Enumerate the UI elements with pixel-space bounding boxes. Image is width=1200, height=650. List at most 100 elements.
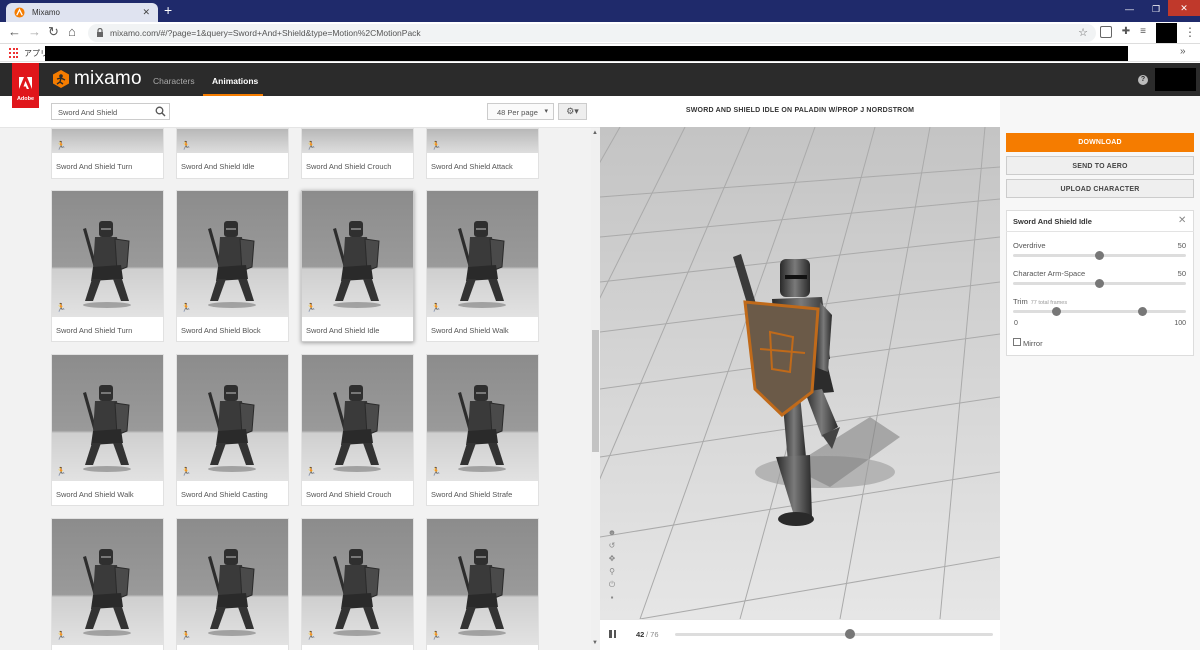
motion-type-icon: 🏃: [56, 141, 66, 150]
camera-icon[interactable]: ▪: [607, 593, 617, 606]
mirror-checkbox[interactable]: [1013, 338, 1021, 346]
animation-card[interactable]: 🏃 Sword And Shield Idle: [176, 128, 289, 179]
motion-type-icon: 🏃: [431, 467, 441, 476]
animation-label: Sword And Shield Block: [181, 326, 261, 335]
per-page-select[interactable]: 48 Per page ▾: [487, 103, 554, 120]
viewport-scene: [600, 127, 1000, 619]
upload-character-button[interactable]: UPLOAD CHARACTER: [1006, 179, 1194, 198]
animation-card[interactable]: 🏃: [51, 518, 164, 650]
close-icon[interactable]: ✕: [1178, 215, 1186, 226]
arm-space-slider-handle[interactable]: [1095, 279, 1104, 288]
nav-animations[interactable]: Animations: [212, 76, 258, 86]
overdrive-slider-handle[interactable]: [1095, 251, 1104, 260]
parameters-title: Sword And Shield Idle: [1013, 217, 1092, 226]
animation-card[interactable]: 🏃 Sword And Shield Idle: [301, 190, 414, 342]
animation-card[interactable]: 🏃: [176, 518, 289, 650]
animation-label: Sword And Shield Turn: [56, 326, 133, 335]
animation-card[interactable]: 🏃 Sword And Shield Walk: [426, 190, 539, 342]
animation-card[interactable]: 🏃 Sword And Shield Attack: [426, 128, 539, 179]
animation-label: Sword And Shield Walk: [431, 326, 509, 335]
extension-icon[interactable]: [1100, 26, 1112, 38]
animation-card[interactable]: 🏃 Sword And Shield Turn: [51, 128, 164, 179]
mirror-label[interactable]: Mirror: [1023, 339, 1043, 348]
animation-label: Sword And Shield Idle: [181, 162, 255, 171]
overdrive-label: Overdrive: [1013, 241, 1046, 250]
forward-arrow-icon[interactable]: →: [28, 25, 41, 39]
search-input[interactable]: Sword And Shield: [51, 103, 170, 120]
rotate-icon[interactable]: ↺: [607, 541, 617, 554]
animation-card[interactable]: 🏃 Sword And Shield Walk: [51, 354, 164, 506]
gear-icon[interactable]: ⚙▾: [558, 103, 587, 120]
grid-scrollbar[interactable]: ▲ ▼: [591, 128, 600, 650]
browser-menu-icon[interactable]: ⋮: [1184, 25, 1196, 39]
trim-start-handle[interactable]: [1051, 307, 1061, 316]
send-to-aero-button[interactable]: SEND TO AERO: [1006, 156, 1194, 175]
animation-card[interactable]: 🏃 Sword And Shield Block: [176, 190, 289, 342]
zoom-icon[interactable]: ⚲: [607, 567, 617, 580]
animation-thumbnail: [302, 519, 413, 645]
animation-card[interactable]: 🏃 Sword And Shield Turn: [51, 190, 164, 342]
trim-slider[interactable]: [1013, 310, 1186, 313]
browser-toolbar: ← → ↻ ⌂ mixamo.com/#/?page=1&query=Sword…: [0, 22, 1200, 44]
adobe-label: Adobe: [16, 96, 35, 102]
search-icon[interactable]: [155, 106, 166, 117]
help-icon[interactable]: ?: [1138, 75, 1148, 85]
mixamo-favicon-icon: [14, 7, 25, 18]
apps-grid-icon[interactable]: [9, 48, 19, 58]
animation-thumbnail: [427, 355, 538, 481]
animation-card[interactable]: 🏃 Sword And Shield Casting: [176, 354, 289, 506]
animation-card[interactable]: 🏃 Sword And Shield Crouch: [301, 128, 414, 179]
character-icon[interactable]: ☻: [607, 528, 617, 541]
trim-min: 0: [1014, 320, 1018, 327]
address-bar[interactable]: mixamo.com/#/?page=1&query=Sword+And+Shi…: [88, 24, 1096, 42]
timeline-playhead[interactable]: [844, 629, 855, 639]
window-close-button[interactable]: ✕: [1168, 0, 1200, 16]
per-page-value: 48 Per page: [497, 108, 538, 117]
mixamo-logo-icon: [53, 70, 69, 88]
animation-label: Sword And Shield Strafe: [431, 490, 513, 499]
preview-title: SWORD AND SHIELD IDLE ON PALADIN W/PROP …: [600, 96, 1000, 127]
pan-icon[interactable]: ✥: [607, 554, 617, 567]
trim-max: 100: [1174, 320, 1186, 327]
reading-list-icon[interactable]: ≡: [1137, 26, 1149, 38]
animation-thumbnail: [52, 191, 163, 317]
3d-viewport[interactable]: [600, 127, 1000, 619]
account-menu[interactable]: [1155, 68, 1196, 91]
tab-title: Mixamo: [32, 8, 61, 17]
window-maximize-button[interactable]: ❐: [1152, 4, 1160, 15]
tab-close-icon[interactable]: ✕: [142, 7, 150, 18]
animation-thumbnail: [52, 519, 163, 645]
animation-card[interactable]: 🏃: [301, 518, 414, 650]
scroll-up-icon[interactable]: ▲: [592, 130, 598, 136]
bookmark-star-icon[interactable]: ☆: [1078, 26, 1088, 39]
download-button[interactable]: DOWNLOAD: [1006, 133, 1194, 152]
new-tab-button[interactable]: +: [164, 3, 172, 17]
reset-view-icon[interactable]: ⏻: [607, 580, 617, 593]
profile-avatar[interactable]: [1156, 23, 1177, 43]
motion-type-icon: 🏃: [306, 303, 316, 312]
scroll-down-icon[interactable]: ▼: [592, 640, 598, 646]
motion-type-icon: 🏃: [56, 303, 66, 312]
animation-card[interactable]: 🏃: [426, 518, 539, 650]
window-minimize-button[interactable]: —: [1125, 4, 1134, 14]
animation-card[interactable]: 🏃 Sword And Shield Crouch: [301, 354, 414, 506]
nav-characters[interactable]: Characters: [153, 76, 195, 86]
browser-tab-mixamo[interactable]: Mixamo ✕: [6, 3, 158, 22]
scrollbar-thumb[interactable]: [592, 330, 599, 452]
animation-label: Sword And Shield Casting: [181, 490, 268, 499]
animation-card[interactable]: 🏃 Sword And Shield Strafe: [426, 354, 539, 506]
animation-label: Sword And Shield Crouch: [306, 162, 392, 171]
pause-icon[interactable]: [609, 630, 616, 638]
reload-icon[interactable]: ↻: [48, 25, 59, 39]
trim-label: Trim 77 total frames: [1013, 297, 1068, 306]
timeline-track[interactable]: [675, 633, 993, 636]
more-bookmarks-icon[interactable]: »: [1180, 46, 1186, 57]
home-icon[interactable]: ⌂: [68, 25, 76, 39]
animation-thumbnail: [52, 355, 163, 481]
motion-type-icon: 🏃: [431, 631, 441, 640]
puzzle-extensions-icon[interactable]: ✚: [1120, 26, 1132, 38]
search-value: Sword And Shield: [58, 108, 118, 117]
mixamo-brand[interactable]: mixamo: [74, 68, 142, 90]
adobe-badge[interactable]: Adobe: [12, 63, 39, 108]
back-arrow-icon[interactable]: ←: [8, 25, 21, 39]
